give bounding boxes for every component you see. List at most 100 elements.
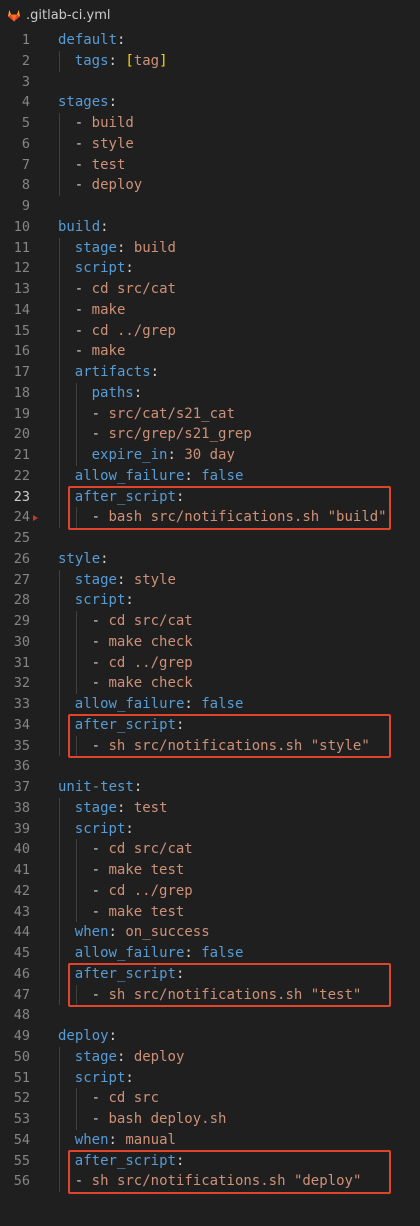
indent-guide — [59, 694, 60, 715]
code-line[interactable]: 16 - make — [0, 341, 420, 362]
token-str: sh src/notifications.sh "style" — [108, 737, 370, 754]
code-line[interactable]: 49 deploy: — [0, 1026, 420, 1047]
line-number: 12 — [13, 260, 30, 277]
code-text: - cd src — [92, 1088, 159, 1109]
line-number: 28 — [13, 592, 30, 609]
indent-guide — [59, 984, 60, 1006]
tab-gitlab-ci[interactable]: .gitlab-ci.yml — [0, 0, 110, 30]
code-text: - bash src/notifications.sh "build" — [92, 507, 387, 528]
line-number: 45 — [13, 945, 30, 961]
code-line[interactable]: 25 — [0, 528, 420, 549]
code-line[interactable]: 29 - cd src/cat — [0, 611, 420, 632]
code-editor[interactable]: 1 default: 2 tags: [tag] 3 4 stages: 5- build 6-… — [0, 30, 420, 1192]
token-str: cd src/cat — [108, 613, 193, 629]
code-line[interactable]: 46 after_script: — [0, 963, 420, 985]
code-line[interactable]: 54 when: manual — [0, 1129, 420, 1151]
code-line[interactable]: 28 script: — [0, 590, 420, 611]
token-punct: : — [117, 32, 126, 48]
code-line[interactable]: 1 default: — [0, 30, 420, 51]
code-line[interactable]: 4 stages: — [0, 92, 420, 113]
token-key: after_script — [74, 488, 176, 505]
token-key: artifacts — [74, 364, 151, 380]
token-bracket: ] — [159, 52, 168, 69]
code-text: - sh src/notifications.sh "test" — [92, 985, 362, 1006]
indent-guide — [75, 1088, 77, 1109]
code-line[interactable]: 32 - make check — [0, 673, 420, 694]
code-line[interactable]: 42 - cd ../grep — [0, 880, 420, 902]
code-line[interactable]: 6 - style — [0, 133, 420, 155]
code-line[interactable]: 51 script: — [0, 1067, 420, 1089]
token-punct: : — [125, 1069, 134, 1086]
token-str: style — [91, 135, 134, 152]
token-punct: - — [74, 177, 92, 194]
token-key: script — [74, 592, 126, 609]
code-line[interactable]: 14 - make — [0, 299, 420, 321]
token-key: when — [74, 924, 109, 941]
code-line[interactable]: 34 after_script: — [0, 714, 420, 736]
code-line[interactable]: 9 — [0, 196, 420, 217]
code-line[interactable]: 17 artifacts: — [0, 362, 420, 383]
code-line[interactable]: 47 - sh src/notifications.sh "test" — [0, 984, 420, 1006]
code-line[interactable]: 52 - cd src — [0, 1088, 420, 1109]
code-line[interactable]: 44 when: on_success — [0, 922, 420, 943]
code-line[interactable]: 37 unit-test: — [0, 777, 420, 798]
code-line[interactable]: 22 allow_failure: false — [0, 465, 420, 487]
code-line[interactable]: 31 - cd ../grep — [0, 652, 420, 674]
code-line[interactable]: 38 stage: test — [0, 797, 420, 819]
code-line[interactable]: 15 - cd ../grep — [0, 320, 420, 342]
code-line[interactable]: 8 - deploy — [0, 175, 420, 196]
code-line[interactable]: 36 — [0, 756, 420, 777]
code-line[interactable]: 18 paths: — [0, 382, 420, 404]
indent-guide — [59, 569, 60, 591]
indent-guide — [59, 1088, 60, 1109]
code-line[interactable]: 56 - sh src/notifications.sh "deploy" — [0, 1171, 420, 1192]
token-str: make test — [108, 862, 185, 878]
code-line[interactable]: 7 - test — [0, 154, 420, 176]
token-punct: - — [91, 426, 109, 443]
code-line[interactable]: 2 tags: [tag] — [0, 50, 420, 72]
code-line[interactable]: 12 script: — [0, 258, 420, 279]
code-line[interactable]: 50 stage: deploy — [0, 1046, 420, 1068]
code-line[interactable]: 33 allow_failure: false — [0, 694, 420, 715]
token-punct: : — [175, 716, 185, 733]
code-text: script: — [75, 258, 134, 279]
code-line[interactable]: 24 - bash src/notifications.sh "build" — [0, 507, 420, 528]
indent-guide — [59, 860, 60, 881]
token-key: default — [58, 32, 118, 48]
code-line[interactable]: 35 - sh src/notifications.sh "style" — [0, 735, 420, 757]
code-line[interactable]: 20 - src/grep/s21_grep — [0, 424, 420, 445]
code-line[interactable]: 30 - make check — [0, 631, 420, 653]
indent-guide — [59, 50, 60, 72]
token-key: after_script — [74, 716, 176, 733]
token-punct: - — [91, 1090, 109, 1107]
indent-guide — [59, 445, 60, 466]
line-number: 20 — [13, 426, 30, 443]
code-line[interactable]: 41 - make test — [0, 860, 420, 881]
code-line[interactable]: 11 stage: build — [0, 237, 420, 259]
code-line[interactable]: 10 build: — [0, 217, 420, 238]
code-line[interactable]: 13 - cd src/cat — [0, 279, 420, 300]
code-line[interactable]: 45 allow_failure: false — [0, 943, 420, 964]
line-number: 10 — [13, 218, 30, 235]
code-line[interactable]: 5 - build — [0, 113, 420, 134]
code-line[interactable]: 43 - make test — [0, 901, 420, 923]
token-str: test — [91, 156, 126, 173]
gutter-marker-icon[interactable] — [33, 514, 38, 521]
code-line[interactable]: 3 — [0, 72, 420, 93]
token-punct: : — [133, 384, 143, 401]
code-line[interactable]: 21 expire_in: 30 day — [0, 445, 420, 466]
indent-guide — [75, 860, 77, 881]
code-line[interactable]: 53 - bash deploy.sh — [0, 1109, 420, 1130]
token-punct: - — [91, 675, 109, 692]
code-line[interactable]: 39 script: — [0, 818, 420, 840]
gitlab-icon — [8, 10, 20, 22]
code-line[interactable]: 27 stage: style — [0, 569, 420, 591]
indent-guide — [75, 1109, 77, 1130]
code-line[interactable]: 23 after_script: — [0, 486, 420, 508]
code-line[interactable]: 26 style: — [0, 549, 420, 570]
code-line[interactable]: 40 - cd src/cat — [0, 839, 420, 860]
token-punct: - — [74, 115, 92, 131]
code-line[interactable]: 55 after_script: — [0, 1150, 420, 1172]
code-line[interactable]: 19 - src/cat/s21_cat — [0, 403, 420, 425]
code-line[interactable]: 48 — [0, 1005, 420, 1026]
